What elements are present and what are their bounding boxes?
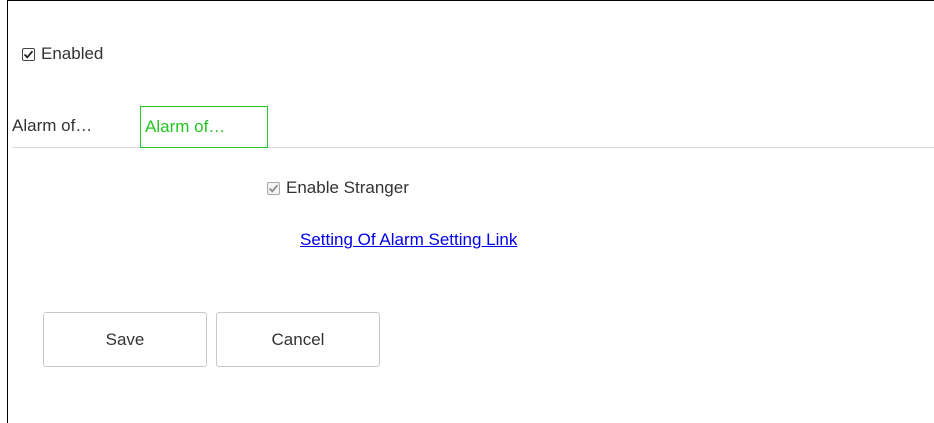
save-button[interactable]: Save xyxy=(43,312,207,367)
tab-alarm-1[interactable]: Alarm of… xyxy=(12,106,139,148)
enable-stranger-row[interactable]: Enable Stranger xyxy=(267,178,409,198)
tab-alarm-2-active[interactable]: Alarm of… xyxy=(140,106,268,148)
checkmark-icon xyxy=(268,184,279,193)
enable-stranger-checkbox[interactable] xyxy=(267,181,280,195)
alarm-setting-link[interactable]: Setting Of Alarm Setting Link xyxy=(300,230,517,250)
alarm-tabs: Alarm of… Alarm of… xyxy=(12,106,934,148)
enabled-row[interactable]: Enabled xyxy=(22,44,103,64)
checkmark-icon xyxy=(23,50,34,59)
enabled-checkbox[interactable] xyxy=(22,47,35,61)
enable-stranger-label: Enable Stranger xyxy=(286,178,409,197)
cancel-button[interactable]: Cancel xyxy=(216,312,380,367)
enabled-label: Enabled xyxy=(41,44,104,63)
